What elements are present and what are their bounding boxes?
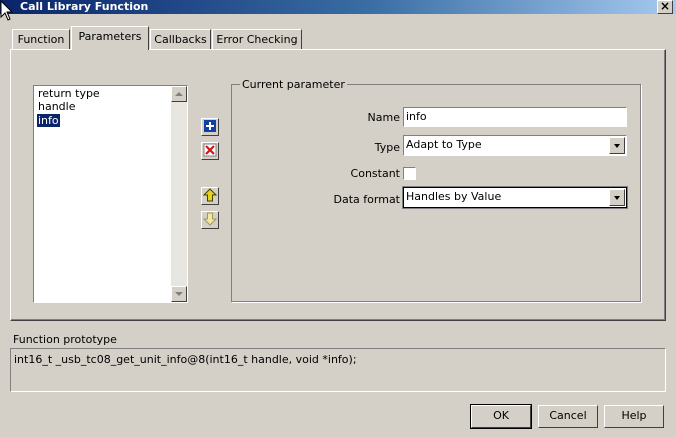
- move-up-button[interactable]: [201, 187, 219, 205]
- cancel-button[interactable]: Cancel: [538, 405, 598, 428]
- scroll-down-arrow-icon: [175, 292, 183, 296]
- scroll-up-button[interactable]: [171, 86, 187, 102]
- scroll-down-button[interactable]: [171, 286, 187, 302]
- function-prototype-label: Function prototype: [13, 333, 117, 346]
- ok-button[interactable]: OK: [470, 404, 532, 429]
- data-format-label: Data format: [333, 193, 400, 206]
- chevron-down-icon[interactable]: [609, 137, 625, 154]
- constant-label: Constant: [350, 167, 400, 180]
- tab-error-checking[interactable]: Error Checking: [212, 29, 302, 50]
- window-title: Call Library Function: [20, 0, 149, 13]
- tab-label: Parameters: [78, 30, 142, 43]
- help-button[interactable]: Help: [604, 405, 664, 428]
- type-label: Type: [374, 141, 400, 154]
- title-bar: Call Library Function: [0, 0, 676, 14]
- arrow-up-icon: [202, 188, 218, 202]
- name-label: Name: [367, 111, 400, 124]
- tab-label: Error Checking: [216, 33, 298, 46]
- delete-parameter-button[interactable]: [201, 142, 219, 160]
- listbox-scrollbar[interactable]: [171, 86, 187, 302]
- list-item-info[interactable]: info: [37, 114, 60, 127]
- scroll-up-arrow-icon: [175, 92, 183, 96]
- add-parameter-button[interactable]: [201, 118, 219, 136]
- chevron-down-icon[interactable]: [609, 189, 625, 206]
- constant-checkbox[interactable]: [403, 167, 416, 180]
- move-down-button[interactable]: [201, 211, 219, 229]
- tab-label: Function: [17, 33, 65, 46]
- list-item-return-type[interactable]: return type: [37, 87, 101, 100]
- name-input[interactable]: info: [403, 107, 627, 127]
- function-prototype-box: int16_t _usb_tc08_get_unit_info@8(int16_…: [10, 348, 666, 392]
- function-prototype-text: int16_t _usb_tc08_get_unit_info@8(int16_…: [14, 353, 357, 366]
- list-item-handle[interactable]: handle: [37, 100, 77, 113]
- tab-label: Callbacks: [154, 33, 207, 46]
- close-button[interactable]: ×: [657, 0, 673, 14]
- type-selected-value: Adapt to Type: [406, 138, 482, 151]
- arrow-down-icon: [202, 212, 218, 226]
- delete-x-icon: [203, 143, 217, 157]
- mouse-cursor-icon: [0, 0, 14, 21]
- data-format-dropdown[interactable]: Handles by Value: [402, 186, 628, 209]
- plus-icon: [204, 120, 216, 132]
- tab-parameters[interactable]: Parameters: [71, 26, 149, 50]
- current-parameter-title: Current parameter: [240, 78, 347, 91]
- parameter-listbox[interactable]: return type handle info: [33, 85, 188, 303]
- tab-callbacks[interactable]: Callbacks: [150, 29, 211, 50]
- data-format-selected-value: Handles by Value: [406, 190, 502, 203]
- tab-function[interactable]: Function: [12, 29, 70, 50]
- type-dropdown[interactable]: Adapt to Type: [403, 135, 627, 156]
